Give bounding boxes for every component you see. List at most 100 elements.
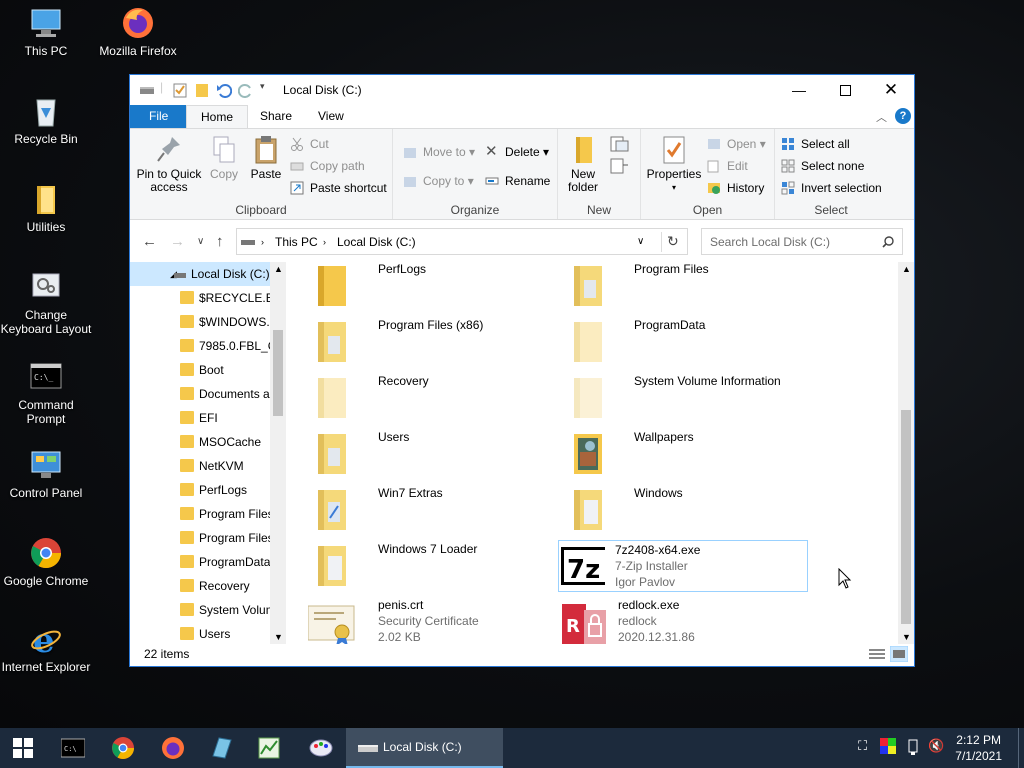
taskbar-task-manager[interactable] xyxy=(246,728,292,768)
nav-pane-scrollbar[interactable]: ▲ ▼ xyxy=(270,262,286,644)
list-item-file[interactable]: R redlock.exe redlock 2020.12.31.86 xyxy=(560,598,810,644)
properties-button[interactable]: Properties ▾ xyxy=(645,135,703,194)
list-item-folder[interactable]: Program Files xyxy=(560,262,810,316)
taskbar-firefox[interactable] xyxy=(150,728,196,768)
paste-shortcut-button[interactable]: Paste shortcut xyxy=(290,178,387,198)
maximize-button[interactable] xyxy=(822,75,868,105)
volume-muted-icon[interactable]: 🔇 xyxy=(928,738,944,754)
nav-item-folder[interactable]: Documents and xyxy=(130,382,270,406)
tab-file[interactable]: File xyxy=(130,105,188,128)
nav-item-folder[interactable]: System Volume xyxy=(130,598,270,622)
refresh-icon[interactable]: ↻ xyxy=(667,233,679,250)
nav-item-folder[interactable]: Program Files xyxy=(130,526,270,550)
desktop-icon-internet-explorer[interactable]: e Internet Explorer xyxy=(0,621,92,674)
close-button[interactable]: ✕ xyxy=(868,75,914,105)
open-button[interactable]: Open ▾ xyxy=(707,134,766,154)
details-view-icon[interactable] xyxy=(868,647,886,661)
breadcrumb-local-disk[interactable]: Local Disk (C:) xyxy=(337,235,416,249)
new-folder-quick-icon[interactable] xyxy=(194,82,210,98)
taskbar-notepad[interactable] xyxy=(198,728,244,768)
forward-arrow-icon[interactable]: → xyxy=(170,233,185,250)
taskbar-chrome[interactable] xyxy=(100,728,146,768)
history-button[interactable]: History xyxy=(707,178,764,198)
nav-item-folder[interactable]: $RECYCLE.BIN xyxy=(130,286,270,310)
desktop-icon-this-pc[interactable]: This PC xyxy=(0,6,92,58)
taskbar-paint[interactable] xyxy=(298,728,344,768)
nav-item-folder[interactable]: 7985.0.FBL_GI xyxy=(130,334,270,358)
nav-item-folder[interactable]: Program Files xyxy=(130,502,270,526)
nav-item-folder[interactable]: $WINDOWS.~BT xyxy=(130,310,270,334)
scroll-up-icon[interactable]: ▲ xyxy=(902,264,911,274)
title-bar[interactable]: | ▾ Local Disk (C:) — ✕ xyxy=(130,75,914,105)
select-none-button[interactable]: Select none xyxy=(781,156,864,176)
scroll-down-icon[interactable]: ▼ xyxy=(274,632,283,642)
help-icon[interactable]: ? xyxy=(895,108,911,124)
breadcrumb-chevron-icon[interactable]: › xyxy=(323,237,326,247)
address-dropdown-icon[interactable]: ∨ xyxy=(637,236,644,247)
redo-icon[interactable] xyxy=(238,82,254,98)
list-item-folder[interactable]: Windows xyxy=(560,486,810,540)
network-icon[interactable]: ⛶ xyxy=(858,738,867,754)
tab-view[interactable]: View xyxy=(304,105,358,128)
breadcrumb-this-pc[interactable]: This PC xyxy=(275,235,318,249)
scroll-down-icon[interactable]: ▼ xyxy=(902,632,911,642)
taskbar-task-file-explorer[interactable]: Local Disk (C:) xyxy=(346,728,503,768)
usb-icon[interactable] xyxy=(907,738,919,756)
collapse-ribbon-icon[interactable]: ︿ xyxy=(876,109,887,125)
move-to-button[interactable]: Move to ▾ xyxy=(403,142,475,162)
list-item-file-selected[interactable]: 7z 7z2408-x64.exe 7-Zip Installer Igor P… xyxy=(558,540,808,592)
nav-item-folder[interactable]: EFI xyxy=(130,406,270,430)
show-desktop-button[interactable] xyxy=(1018,728,1024,768)
breadcrumb-chevron-icon[interactable]: › xyxy=(261,237,264,247)
nav-scrollbar-thumb[interactable] xyxy=(273,330,283,416)
nav-item-folder[interactable]: MSOCache xyxy=(130,430,270,454)
nav-item-folder[interactable]: PerfLogs xyxy=(130,478,270,502)
list-item-folder[interactable]: Program Files (x86) xyxy=(304,318,554,372)
color-app-icon[interactable] xyxy=(880,738,896,754)
list-item-folder[interactable]: Windows 7 Loader xyxy=(304,542,554,596)
rename-button[interactable]: Rename xyxy=(485,171,550,191)
edit-button[interactable]: Edit xyxy=(707,156,748,176)
list-item-folder[interactable]: Wallpapers xyxy=(560,430,810,484)
select-all-button[interactable]: Select all xyxy=(781,134,850,154)
search-input[interactable]: Search Local Disk (C:) xyxy=(710,235,830,249)
desktop-icon-control-panel[interactable]: Control Panel xyxy=(0,448,92,500)
delete-button[interactable]: ✕ Delete ▾ xyxy=(485,142,549,162)
copy-to-button[interactable]: Copy to ▾ xyxy=(403,171,474,191)
pin-to-quick-access-button[interactable]: Pin to Quick access xyxy=(136,135,202,194)
easy-access-icon[interactable] xyxy=(608,157,630,180)
search-box[interactable]: Search Local Disk (C:) xyxy=(701,228,903,255)
desktop-icon-firefox[interactable]: Mozilla Firefox xyxy=(92,6,184,58)
tab-home[interactable]: Home xyxy=(186,105,249,129)
address-bar[interactable]: › This PC › Local Disk (C:) ∨ ↻ xyxy=(236,228,688,255)
large-icons-view-icon[interactable] xyxy=(890,646,908,662)
nav-item-folder[interactable]: NetKVM xyxy=(130,454,270,478)
nav-item-folder[interactable]: Recovery xyxy=(130,574,270,598)
file-list-scrollbar-thumb[interactable] xyxy=(901,410,911,624)
list-item-folder[interactable]: PerfLogs xyxy=(304,262,554,316)
up-arrow-icon[interactable]: ↑ xyxy=(216,233,224,250)
copy-button[interactable]: Copy xyxy=(206,135,242,181)
undo-icon[interactable] xyxy=(216,82,232,98)
invert-selection-button[interactable]: Invert selection xyxy=(781,178,882,198)
nav-item-local-disk[interactable]: ◢ Local Disk (C:) xyxy=(130,262,270,286)
properties-quick-icon[interactable] xyxy=(172,82,188,98)
customize-toolbar-chevron-icon[interactable]: ▾ xyxy=(260,81,265,97)
minimize-button[interactable]: — xyxy=(776,75,822,105)
new-folder-button[interactable]: New folder xyxy=(562,135,604,194)
list-item-folder[interactable]: Users xyxy=(304,430,554,484)
copy-path-button[interactable]: Copy path xyxy=(290,156,365,176)
desktop-icon-chrome[interactable]: Google Chrome xyxy=(0,536,92,588)
desktop-icon-keyboard-layout[interactable]: Change Keyboard Layout xyxy=(0,270,92,336)
list-item-folder[interactable]: Recovery xyxy=(304,374,554,428)
tab-share[interactable]: Share xyxy=(246,105,306,128)
list-item-file[interactable]: penis.crt Security Certificate 2.02 KB xyxy=(304,598,554,644)
system-clock[interactable]: 2:12 PM 7/1/2021 xyxy=(955,732,1002,764)
nav-item-folder[interactable]: Users xyxy=(130,622,270,644)
desktop-icon-command-prompt[interactable]: C:\_ Command Prompt xyxy=(0,360,92,426)
recent-locations-chevron-icon[interactable]: ∨ xyxy=(197,236,204,247)
taskbar-command-prompt[interactable]: C:\ xyxy=(50,728,96,768)
list-item-folder[interactable]: ProgramData xyxy=(560,318,810,372)
nav-item-folder[interactable]: ProgramData xyxy=(130,550,270,574)
list-item-folder[interactable]: Win7 Extras xyxy=(304,486,554,540)
